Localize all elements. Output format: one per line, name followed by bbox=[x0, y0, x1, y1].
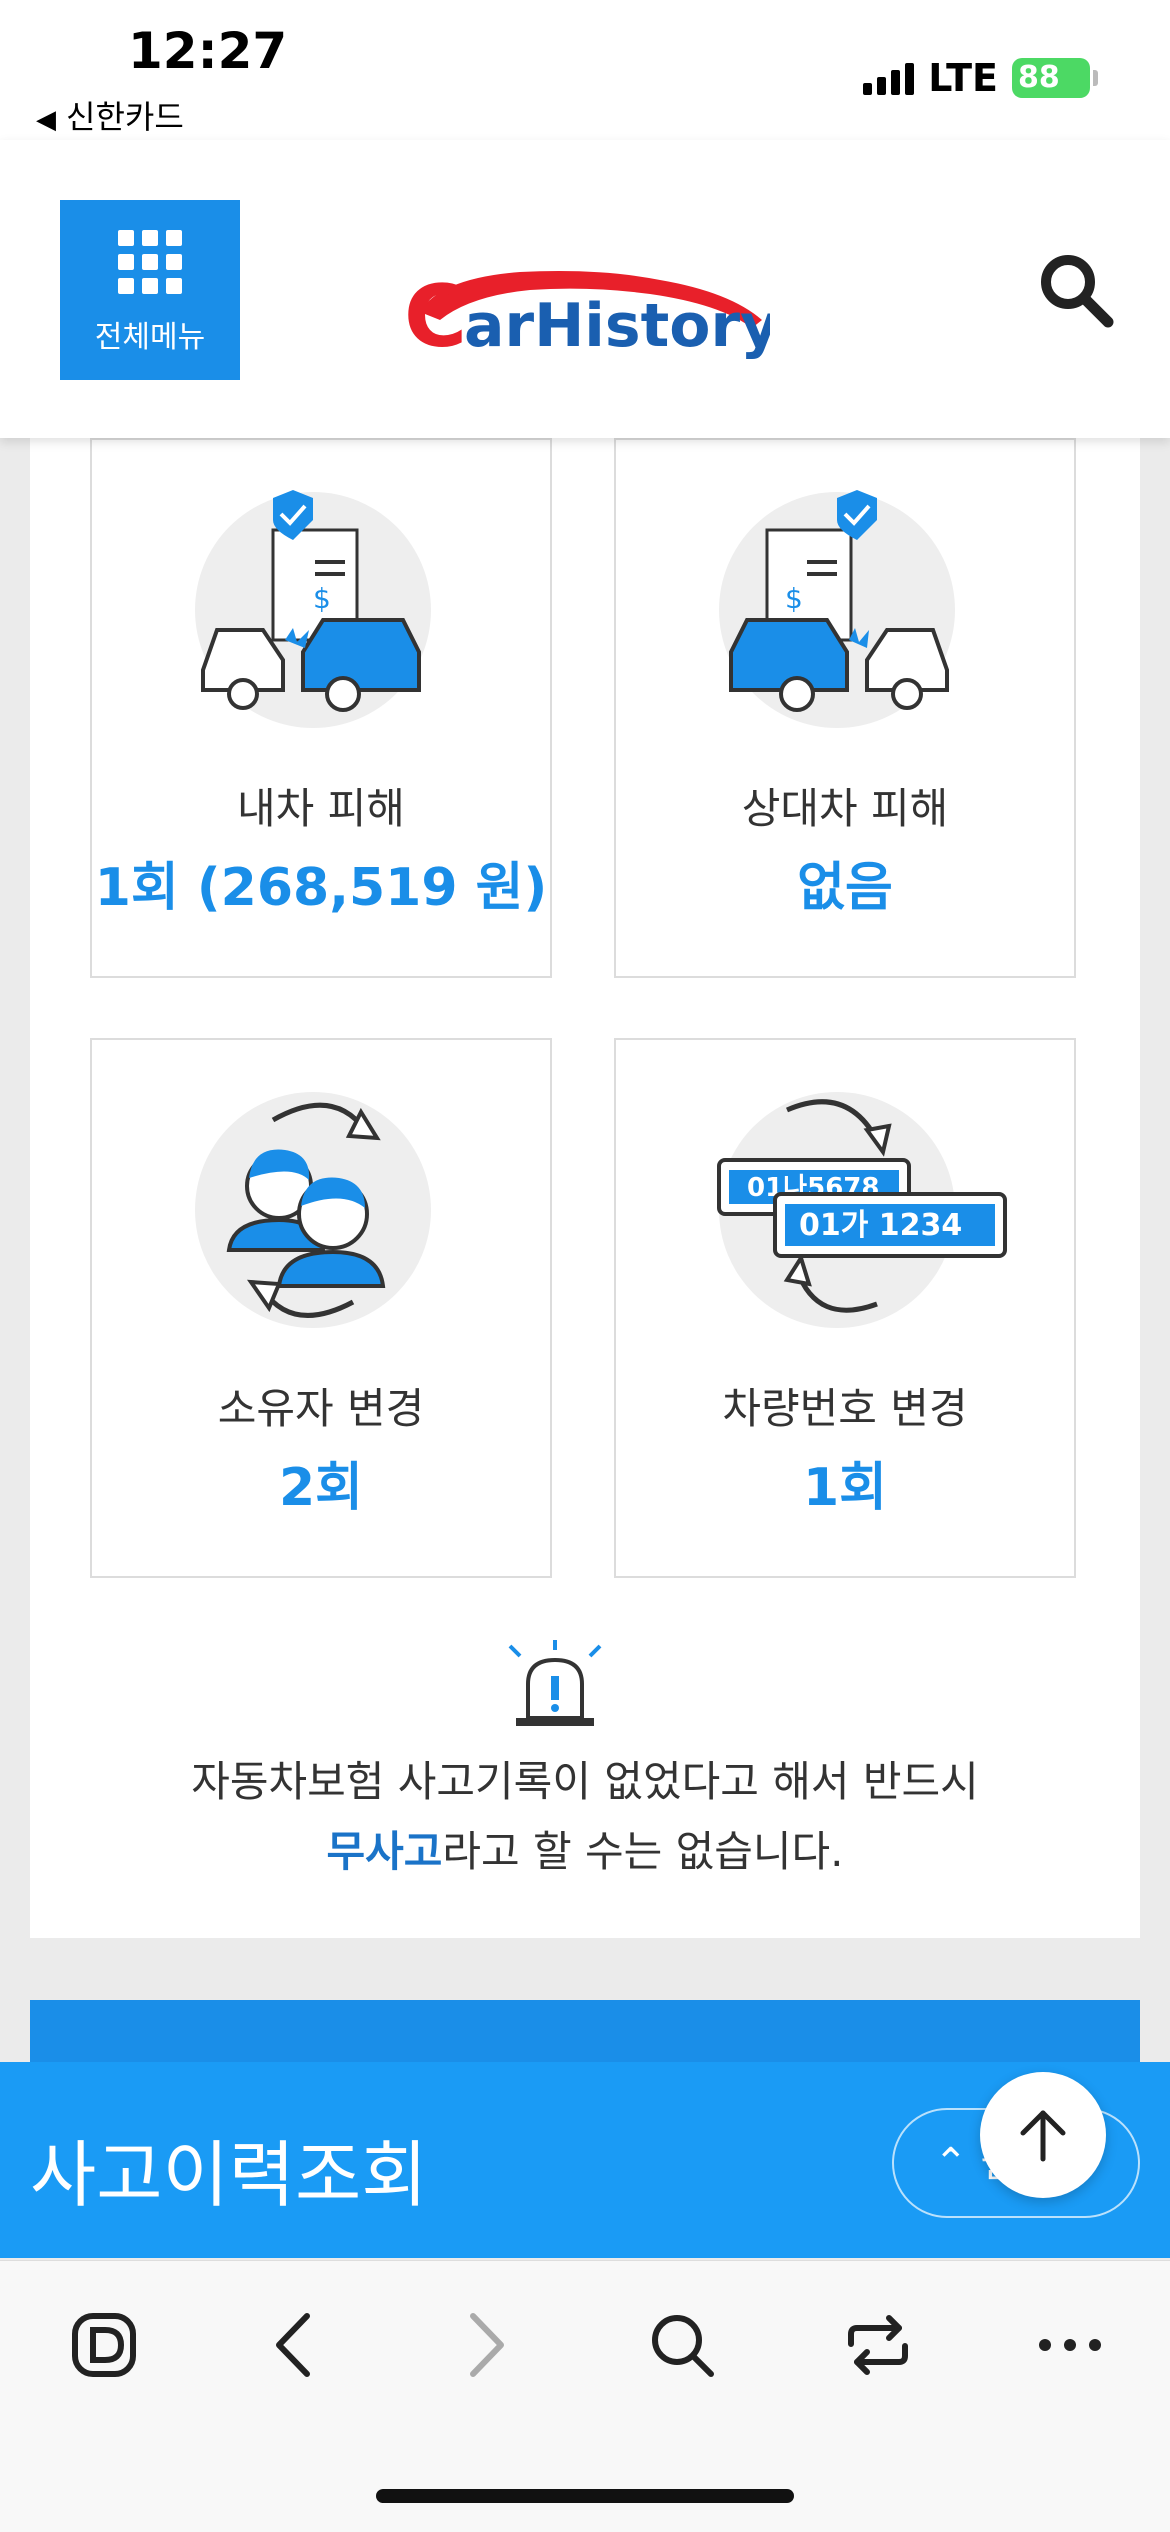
owner-change-box: 소유자 변경 2회 bbox=[90, 1038, 552, 1578]
back-arrow-icon: ◀ bbox=[36, 105, 56, 135]
stat-value: 1회 (268,519 원) bbox=[94, 858, 548, 918]
more-icon[interactable] bbox=[1030, 2305, 1110, 2385]
next-section-header bbox=[30, 2000, 1140, 2064]
stat-label: 소유자 변경 bbox=[217, 1384, 425, 1433]
search-icon[interactable] bbox=[1036, 250, 1116, 330]
battery-level: 88 bbox=[1018, 60, 1060, 95]
signal-icon bbox=[863, 61, 915, 95]
notice-rest: 라고 할 수는 없습니다. bbox=[442, 1827, 844, 1876]
forward-icon[interactable] bbox=[448, 2305, 528, 2385]
status-indicators: LTE 88 bbox=[863, 56, 1098, 100]
svg-text:$: $ bbox=[313, 582, 331, 615]
other-car-damage-box: $ 상대차 피해 없음 bbox=[614, 438, 1076, 978]
tabs-switch-icon[interactable] bbox=[838, 2305, 918, 2385]
browser-toolbar bbox=[0, 2260, 1170, 2532]
battery-icon: 88 bbox=[1012, 58, 1098, 98]
notice-text-line2: 무사고라고 할 수는 없습니다. bbox=[0, 1818, 1170, 1879]
alert-siren-icon bbox=[508, 1640, 602, 1726]
plate-change-box: 01나5678 01가 1234 차량번호 변경 1회 bbox=[614, 1038, 1076, 1578]
grid-menu-icon bbox=[118, 230, 182, 294]
svg-text:$: $ bbox=[785, 582, 803, 615]
all-menu-button[interactable]: 전체메뉴 bbox=[60, 200, 240, 380]
carhistory-logo[interactable]: C arHistory bbox=[400, 250, 770, 370]
all-menu-label: 전체메뉴 bbox=[94, 320, 206, 355]
home-indicator bbox=[376, 2489, 794, 2503]
stat-label: 내차 피해 bbox=[237, 784, 405, 833]
scroll-to-top-button[interactable] bbox=[980, 2072, 1106, 2198]
stat-value: 없음 bbox=[797, 858, 893, 918]
svg-text:C: C bbox=[404, 267, 467, 367]
notice-emphasis: 무사고 bbox=[326, 1827, 443, 1876]
my-car-damage-box: $ 내차 피해 1회 (268,519 원) bbox=[90, 438, 552, 978]
my-car-damage-icon: $ bbox=[195, 490, 431, 728]
status-bar: 12:27 ◀ 신한카드 LTE 88 bbox=[0, 0, 1170, 140]
browser-search-icon[interactable] bbox=[642, 2305, 722, 2385]
stat-label: 상대차 피해 bbox=[741, 784, 949, 833]
site-header: 전체메뉴 C arHistory bbox=[0, 140, 1170, 438]
owner-change-icon bbox=[195, 1092, 431, 1328]
banner-title: 사고이력조회 bbox=[30, 2133, 428, 2217]
stat-label: 차량번호 변경 bbox=[722, 1384, 968, 1433]
back-to-app[interactable]: ◀ 신한카드 bbox=[36, 92, 184, 138]
arrow-up-icon bbox=[1020, 2110, 1066, 2162]
notice-text-line1: 자동차보험 사고기록이 없었다고 해서 반드시 bbox=[191, 1757, 979, 1806]
back-app-label: 신한카드 bbox=[66, 98, 184, 136]
stat-value: 2회 bbox=[278, 1458, 364, 1518]
new-plate-text: 01가 1234 bbox=[799, 1208, 962, 1243]
back-icon[interactable] bbox=[252, 2305, 332, 2385]
status-time: 12:27 bbox=[128, 22, 288, 80]
other-car-damage-icon: $ bbox=[719, 490, 955, 728]
plate-change-icon: 01나5678 01가 1234 bbox=[717, 1092, 1007, 1328]
svg-text:arHistory: arHistory bbox=[464, 291, 770, 361]
browser-d-icon[interactable] bbox=[64, 2305, 144, 2385]
network-label: LTE bbox=[928, 56, 998, 100]
stat-value: 1회 bbox=[802, 1458, 888, 1518]
